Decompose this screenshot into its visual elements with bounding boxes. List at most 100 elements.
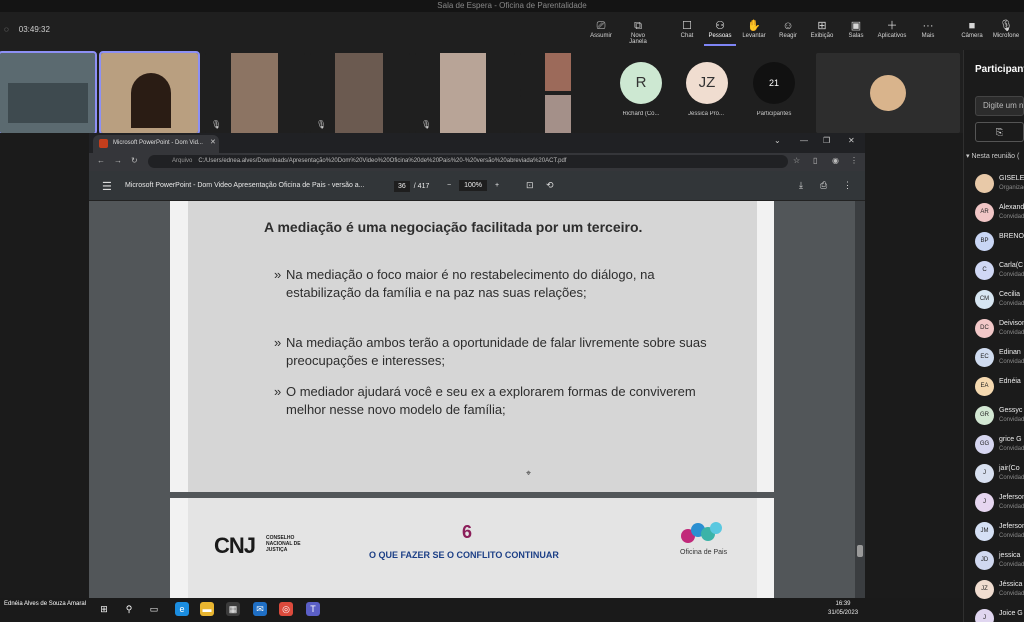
participant-row[interactable]: Jjair(Co Convidado [975, 462, 1024, 486]
microphone-button[interactable]: 🎙 Microfone [990, 20, 1022, 39]
in-meeting-section[interactable]: ▾ Nesta reunião ( [966, 152, 1019, 160]
rotate-icon[interactable]: ⟲ [546, 180, 554, 191]
participant-name: jair(Co [999, 465, 1020, 472]
participant-row[interactable]: EA Ednéia [975, 375, 1024, 399]
chevron-down-icon[interactable]: ⌄ [774, 136, 781, 145]
timer-text: 03:49:32 [18, 25, 50, 34]
menu-dots-icon[interactable]: ⋮ [850, 156, 858, 165]
participant-row[interactable]: JM Jeferson Convidado [975, 520, 1024, 544]
rooms-icon: ▣ [850, 20, 862, 32]
avatar: J [975, 609, 994, 622]
reload-icon[interactable]: ↻ [131, 156, 138, 165]
task-view-icon[interactable]: ▭ [147, 602, 161, 616]
avatar: JM [975, 522, 994, 541]
zoom-input[interactable]: 100% [459, 180, 487, 191]
search-icon[interactable]: ⚲ [122, 602, 136, 616]
react-button[interactable]: ☺ Reagir [772, 20, 804, 39]
slide-bullet: Na mediação o foco maior é no restabelec… [274, 266, 714, 302]
mail-icon[interactable]: ✉ [253, 602, 267, 616]
back-icon[interactable]: ← [97, 156, 105, 165]
close-tab-icon[interactable]: ✕ [210, 138, 216, 146]
chat-button[interactable]: ☐ Chat [671, 20, 703, 39]
chrome-icon[interactable]: ◎ [279, 602, 293, 616]
download-icon[interactable]: ⤓ [799, 180, 803, 191]
windows-start-icon[interactable]: ⊞ [97, 602, 111, 616]
participant-name: Jeferson [999, 523, 1024, 530]
scrollbar[interactable] [855, 201, 865, 598]
forward-icon[interactable]: → [114, 156, 122, 165]
share-button[interactable]: ⎚ Assumir [585, 20, 617, 39]
participant-row[interactable]: CM Cecilia Convidado [975, 288, 1024, 312]
more-vert-icon[interactable]: ⋮ [843, 180, 852, 191]
avatar: BP [975, 232, 994, 251]
scrollbar-thumb[interactable] [857, 545, 863, 557]
participant-row[interactable]: AR Alexandra Convidado [975, 201, 1024, 225]
sidebar-icon[interactable]: ▯ [813, 156, 817, 165]
participant-row[interactable]: J Jeferson Convidado [975, 491, 1024, 515]
video-tile-6[interactable] [520, 53, 575, 91]
file-explorer-icon[interactable]: ▬ [200, 602, 214, 616]
participant-row[interactable]: GISELE Organizador [975, 172, 1024, 196]
panel-title: Participantes [975, 64, 1024, 75]
participant-search-input[interactable]: Digite um nome [975, 96, 1024, 116]
new-window-button[interactable]: ⧉ Novo Janela [622, 20, 654, 45]
participant-row[interactable]: GG grice G Convidado [975, 433, 1024, 457]
edge-icon[interactable]: e [175, 602, 189, 616]
participant-role: Convidado [999, 446, 1024, 452]
participant-name: Joice G [999, 610, 1023, 617]
hamburger-icon[interactable]: ☰ [102, 180, 112, 193]
slide-section-title: O QUE FAZER SE O CONFLITO CONTINUAR [369, 550, 559, 560]
participant-row[interactable]: BP BRENO [975, 230, 1024, 254]
print-icon[interactable]: ⎙ [820, 180, 827, 191]
url-field[interactable]: Arquivo C:/Users/ednea.alves/Downloads/Ap… [148, 155, 788, 168]
apps-button[interactable]: ＋ Aplicativos [876, 20, 908, 39]
avatar: J [975, 464, 994, 483]
teams-icon[interactable]: T [306, 602, 320, 616]
share-invite-button[interactable]: ⎘ [975, 122, 1024, 142]
zoom-out-icon[interactable]: − [447, 182, 451, 189]
star-icon[interactable]: ☆ [793, 156, 800, 165]
raise-hand-button[interactable]: ✋ Levantar [738, 20, 770, 39]
screen-share-icon: ⎚ [596, 20, 606, 32]
browser-tab[interactable]: Microsoft PowerPoint - Dom Vid... [93, 135, 219, 153]
zoom-in-icon[interactable]: + [495, 182, 499, 189]
avatar: JD [975, 551, 994, 570]
participant-role: Convidado [999, 272, 1024, 278]
cnj-logo-text: CONSELHO NACIONAL DE JUSTIÇA [266, 535, 301, 553]
participant-row[interactable]: J Joice G [975, 607, 1024, 622]
video-tile-2[interactable] [99, 51, 200, 135]
fit-page-icon[interactable]: ⊡ [526, 180, 534, 191]
view-button[interactable]: ⊞ Exibição [806, 20, 838, 39]
avatar: C [975, 261, 994, 280]
store-icon[interactable]: ▦ [226, 602, 240, 616]
avatar: JZ [975, 580, 994, 599]
video-tile-3[interactable]: 🎙 [205, 53, 305, 133]
video-tile-7[interactable] [520, 95, 575, 133]
participant-row[interactable]: JD jessica Convidado [975, 549, 1024, 573]
restore-icon[interactable]: ❐ [823, 136, 830, 145]
people-button[interactable]: ⚇ Pessoas [704, 20, 736, 46]
participant-row[interactable]: GR Gessyc Convidado [975, 404, 1024, 428]
participant-row[interactable]: C Carla(C Convidado [975, 259, 1024, 283]
video-tile-4[interactable]: 🎙 [310, 53, 410, 133]
video-tile-5[interactable]: 🎙 [415, 53, 515, 133]
camera-button[interactable]: ■ Câmera [956, 20, 988, 39]
more-button[interactable]: ··· Mais [912, 20, 944, 39]
page-input[interactable]: 36 [394, 181, 410, 192]
participant-role: Convidado [999, 562, 1024, 568]
rooms-button[interactable]: ▣ Salas [840, 20, 872, 39]
avatar-r[interactable]: R [620, 62, 662, 104]
participant-row[interactable]: DC Deivison Convidado [975, 317, 1024, 341]
minimize-icon[interactable]: — [800, 136, 808, 145]
participant-count[interactable]: 21 [753, 62, 795, 104]
participant-role: Convidado [999, 359, 1024, 365]
participant-role: Convidado [999, 591, 1024, 597]
video-tile-1[interactable] [0, 51, 97, 135]
participant-row[interactable]: EC Edinan Convidado [975, 346, 1024, 370]
self-video-tile[interactable] [816, 53, 960, 133]
close-window-icon[interactable]: ✕ [848, 136, 855, 145]
participant-row[interactable]: JZ Jéssica Convidado [975, 578, 1024, 602]
avatar-jz[interactable]: JZ [686, 62, 728, 104]
window-title: Sala de Espera - Oficina de Parentalidad… [0, 0, 1024, 12]
profile-icon[interactable]: ◉ [832, 156, 839, 165]
